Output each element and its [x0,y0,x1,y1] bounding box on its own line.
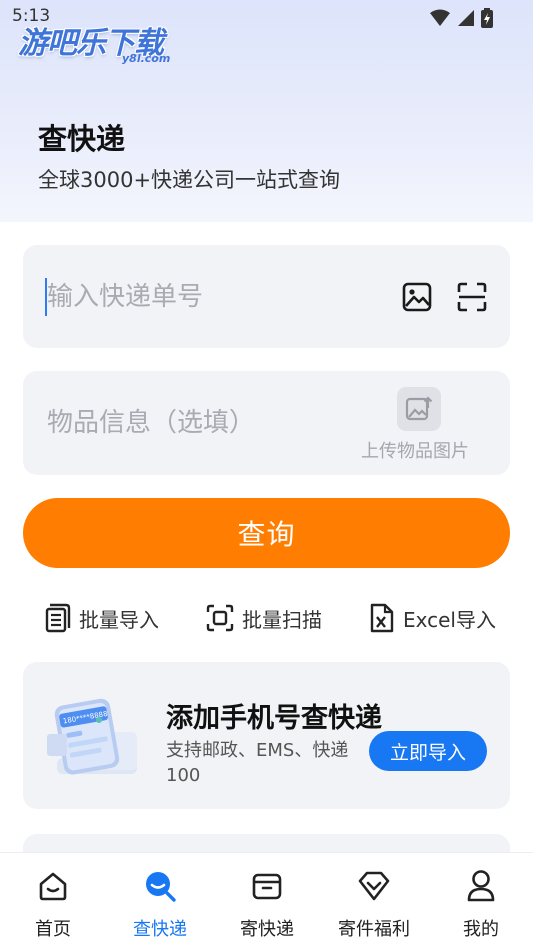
promo-title: 添加手机号查快递 [166,703,382,734]
add-phone-promo-card[interactable]: 180****8888 添加手机号查快递 支持邮政、EMS、快递100 立即导入 [23,662,510,809]
image-recognize-button[interactable] [400,280,434,314]
tab-home[interactable]: 首页 [8,853,98,948]
tab-track[interactable]: 查快递 [115,853,205,948]
watermark-logo: 游吧乐下载 y8l.com [18,18,170,65]
status-icons [429,8,493,28]
bottom-tab-bar: 首页 查快递 寄快递 寄件福利 我的 [0,852,533,948]
tab-track-label: 查快递 [133,919,187,940]
tracking-number-card [23,245,510,348]
item-info-card: 上传物品图片 [23,371,510,475]
item-info-input[interactable] [47,401,327,445]
tab-send[interactable]: 寄快递 [222,853,312,948]
page-title: 查快递 [38,122,126,156]
wifi-icon [430,9,450,26]
batch-scan-label: 批量扫描 [242,607,322,632]
page-subtitle: 全球3000+快递公司一站式查询 [38,168,341,192]
phone-illustration: 180****8888 [45,692,145,782]
tab-profile[interactable]: 我的 [436,853,526,948]
tracking-number-input[interactable] [47,275,377,319]
batch-import-button[interactable]: 批量导入 [45,600,159,636]
query-button[interactable]: 查询 [23,498,510,568]
tab-benefits-label: 寄件福利 [338,919,410,940]
excel-import-button[interactable]: Excel导入 [369,600,496,636]
scan-icon [457,282,487,312]
search-icon [146,872,176,902]
promo-description: 支持邮政、EMS、快递100 [166,740,349,786]
import-now-button[interactable]: 立即导入 [369,731,487,771]
signal-icon [458,10,474,26]
image-icon [402,282,432,312]
diamond-icon [358,871,390,901]
logo-subtext: y8l.com [122,52,171,65]
user-icon [467,870,495,902]
image-upload-icon [405,396,433,421]
upload-image-label: 上传物品图片 [361,441,469,462]
tab-profile-label: 我的 [463,919,499,940]
document-list-icon [45,603,71,633]
tab-home-label: 首页 [35,919,71,940]
excel-icon [370,603,394,633]
home-icon [39,872,67,901]
upload-image-button[interactable] [397,387,441,431]
batch-import-label: 批量导入 [79,607,159,632]
batch-scan-button[interactable]: 批量扫描 [206,600,322,636]
battery-icon [481,8,493,28]
tab-benefits[interactable]: 寄件福利 [329,853,419,948]
excel-import-label: Excel导入 [403,607,496,632]
tools-row: 批量导入 批量扫描 Excel导入 [0,600,533,636]
scan-button[interactable] [455,280,489,314]
scan-frame-icon [206,604,234,632]
package-icon [252,873,282,900]
tab-send-label: 寄快递 [240,919,294,940]
